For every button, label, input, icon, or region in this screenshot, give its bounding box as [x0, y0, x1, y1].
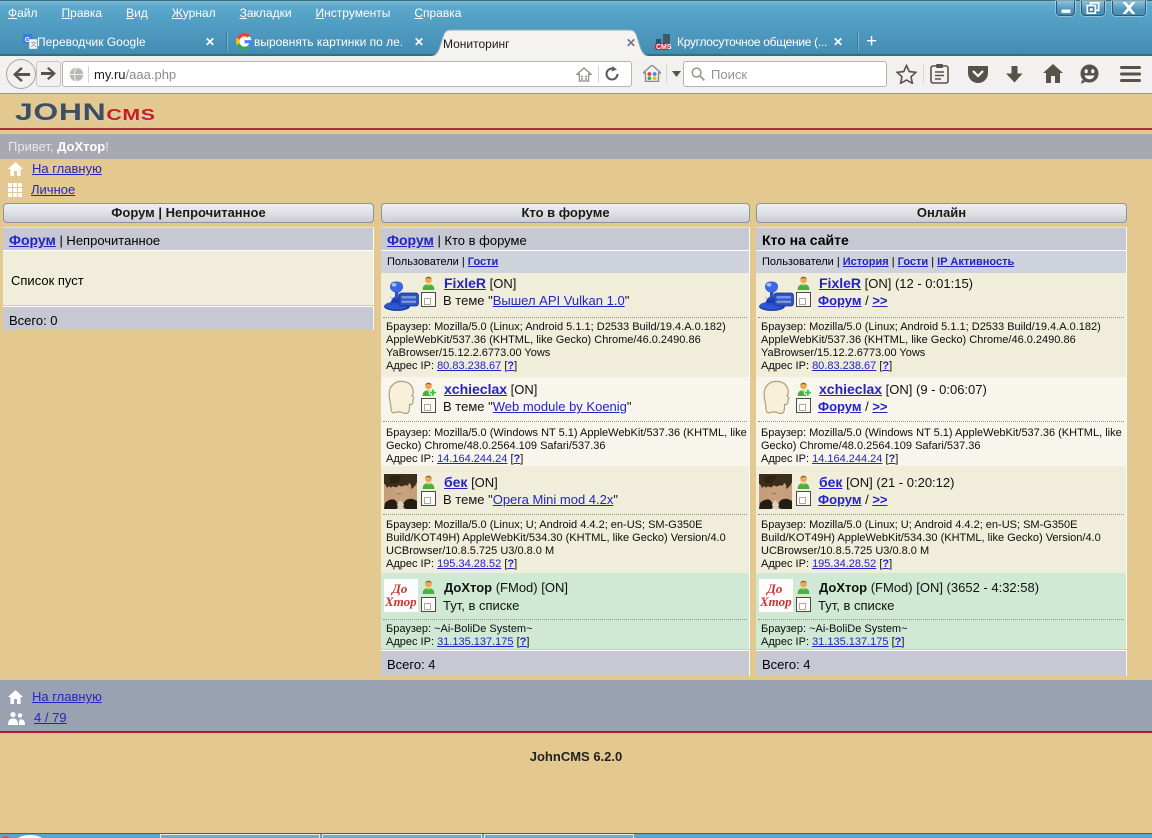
svg-text:文: 文 [31, 40, 37, 48]
svg-text:Хтор: Хтор [384, 594, 417, 609]
svg-text:Хтор: Хтор [759, 594, 792, 609]
svg-text:CMS: CMS [656, 44, 672, 51]
